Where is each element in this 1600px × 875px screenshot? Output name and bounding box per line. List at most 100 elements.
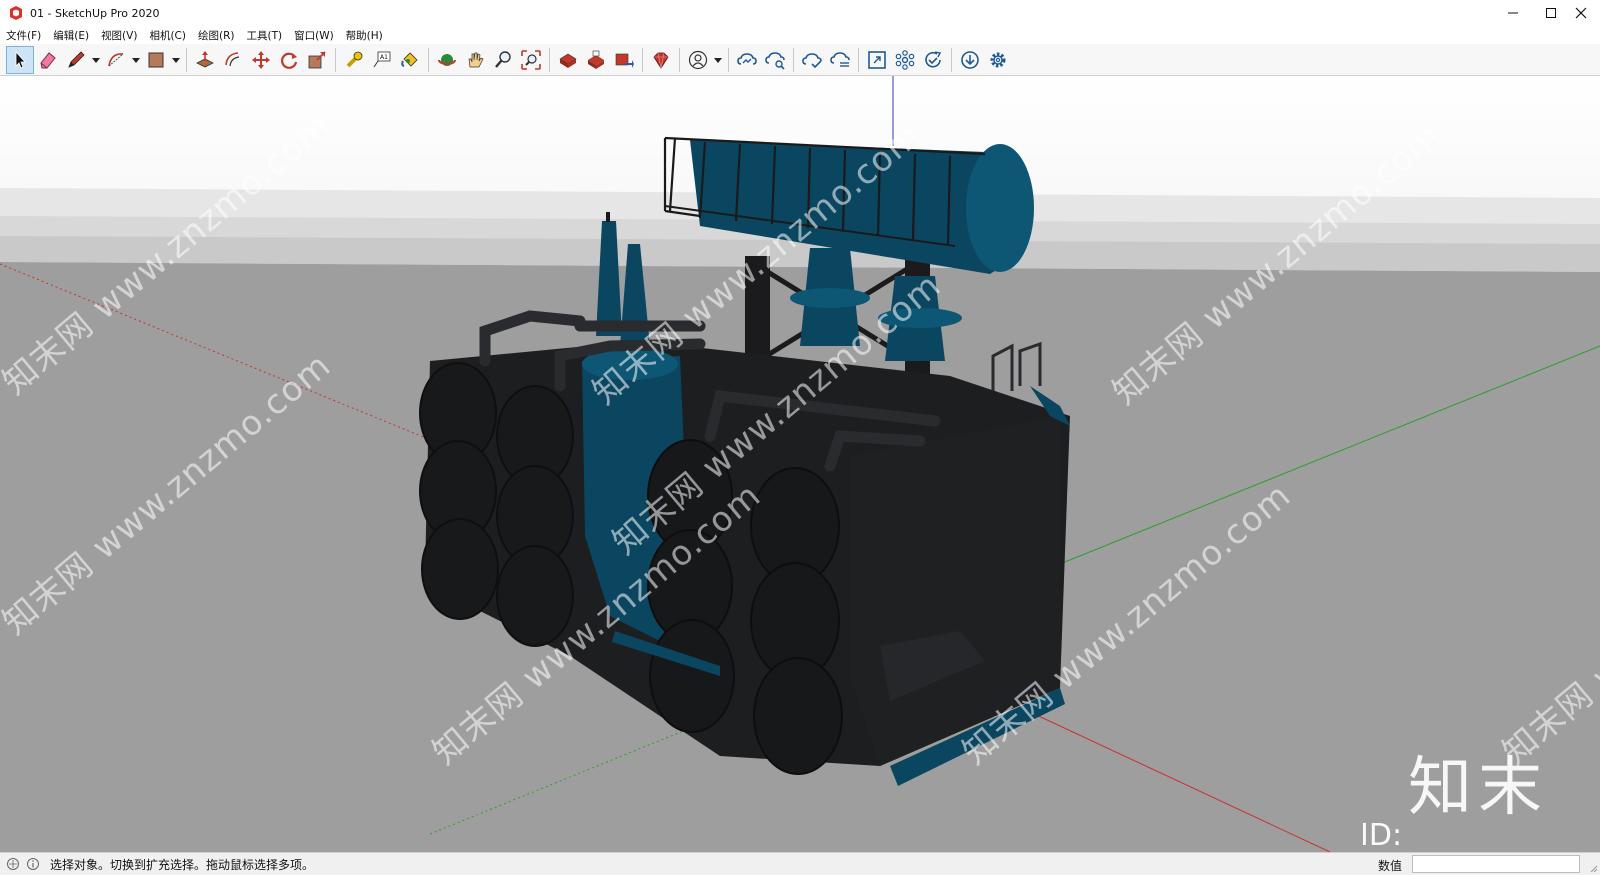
info-icon[interactable]	[26, 857, 40, 871]
maximize-icon	[1546, 8, 1556, 18]
download-tool[interactable]	[956, 46, 984, 74]
zoom-extents-icon	[521, 49, 541, 70]
refresh-tool[interactable]	[919, 46, 947, 74]
model-viewport[interactable]: 知末网 www.znzmo.com 知末网 www.znzmo.com 知末网 …	[0, 76, 1600, 852]
status-hint: 选择对象。切换到扩充选择。拖动鼠标选择多项。	[50, 857, 315, 872]
rectangle-tool[interactable]	[142, 46, 170, 74]
scene-canvas[interactable]	[0, 76, 1600, 852]
line-tool[interactable]	[62, 46, 90, 74]
geo-location-icon[interactable]	[6, 857, 20, 871]
rectangle-tool-dropdown[interactable]	[170, 46, 182, 74]
measurement-input[interactable]	[1412, 855, 1580, 873]
main-toolbar: A1	[0, 44, 1600, 76]
arc-tool-dropdown[interactable]	[130, 46, 142, 74]
ruby-gem-icon	[653, 52, 669, 69]
eraser-tool[interactable]	[34, 46, 62, 74]
select-tool[interactable]	[6, 45, 34, 74]
share-model-tool[interactable]	[610, 46, 638, 74]
toolbar-separator	[549, 47, 550, 72]
menu-tools[interactable]: 工具(T)	[240, 28, 288, 43]
brand-logo: 知末	[1408, 751, 1548, 825]
toolbar-separator	[335, 47, 336, 72]
menu-help[interactable]: 帮助(H)	[340, 28, 389, 43]
ruby-console-tool[interactable]	[647, 46, 675, 74]
extension-warehouse-tool[interactable]	[582, 46, 610, 74]
dropdown-arrow-icon	[132, 57, 140, 63]
rotate-icon	[281, 52, 298, 69]
close-button[interactable]	[1562, 0, 1600, 26]
menu-draw[interactable]: 绘图(R)	[192, 28, 241, 43]
toolbar-separator	[186, 47, 187, 72]
scale-icon	[308, 50, 326, 68]
menu-edit[interactable]: 编辑(E)	[47, 28, 95, 43]
window-title: 01 - SketchUp Pro 2020	[30, 6, 160, 20]
dropdown-arrow-icon	[714, 57, 722, 63]
toolbar-separator	[951, 47, 952, 72]
offset-icon	[225, 51, 240, 66]
cloud-list-icon	[830, 51, 850, 67]
cloud-list-tool[interactable]	[826, 46, 854, 74]
account-dropdown[interactable]	[712, 46, 724, 74]
menu-view[interactable]: 视图(V)	[95, 28, 143, 43]
orbit-icon	[438, 53, 456, 66]
resize-grip-icon[interactable]	[1588, 863, 1598, 873]
components-tool[interactable]	[891, 46, 919, 74]
measurement-label: 数值	[1378, 859, 1403, 873]
extension-warehouse-icon	[588, 50, 604, 69]
cloud-check-icon	[802, 52, 822, 68]
hand-icon	[468, 52, 484, 67]
cloud-link-icon	[737, 52, 757, 65]
line-tool-dropdown[interactable]	[90, 46, 102, 74]
tape-measure-tool[interactable]	[340, 46, 368, 74]
menu-camera[interactable]: 相机(C)	[143, 28, 192, 43]
rectangle-icon	[148, 52, 164, 67]
zoom-extents-tool[interactable]	[517, 46, 545, 74]
push-pull-tool[interactable]	[191, 46, 219, 74]
magnifier-icon	[495, 50, 511, 68]
paint-bucket-tool[interactable]	[396, 46, 424, 74]
warehouse-icon	[559, 53, 577, 68]
push-pull-icon	[196, 50, 214, 67]
tape-measure-icon	[346, 51, 363, 67]
cloud-sync-icon	[765, 51, 785, 70]
rotate-tool[interactable]	[275, 46, 303, 74]
minimize-icon	[1508, 12, 1518, 14]
trimble-connect-tool[interactable]	[733, 46, 761, 74]
menu-file[interactable]: 文件(F)	[0, 28, 47, 43]
menu-bar: 文件(F) 编辑(E) 视图(V) 相机(C) 绘图(R) 工具(T) 窗口(W…	[0, 26, 1600, 44]
pencil-icon	[68, 50, 85, 68]
move-tool[interactable]	[247, 46, 275, 74]
minimize-button[interactable]	[1494, 0, 1532, 26]
text-tool[interactable]: A1	[368, 46, 396, 74]
cloud-check-tool[interactable]	[798, 46, 826, 74]
paint-bucket-icon	[401, 51, 418, 67]
cloud-sync-tool[interactable]	[761, 46, 789, 74]
arc-tool[interactable]	[102, 46, 130, 74]
toolbar-separator	[428, 47, 429, 72]
arc-icon	[108, 52, 124, 66]
share-model-icon	[615, 53, 634, 68]
status-bar: 选择对象。切换到扩充选择。拖动鼠标选择多项。 数值	[0, 852, 1600, 875]
settings-tool[interactable]	[984, 46, 1012, 74]
arrow-cursor-icon	[15, 50, 26, 69]
toolbar-separator	[728, 47, 729, 72]
account-tool[interactable]	[684, 46, 712, 74]
scale-tool[interactable]	[303, 46, 331, 74]
zoom-tool[interactable]	[489, 46, 517, 74]
close-icon	[1575, 7, 1587, 19]
resize-tool[interactable]	[863, 46, 891, 74]
gear-icon	[990, 52, 1006, 67]
orbit-tool[interactable]	[433, 46, 461, 74]
menu-window[interactable]: 窗口(W)	[288, 28, 340, 43]
toolbar-separator	[642, 47, 643, 72]
download-circle-icon	[961, 50, 979, 69]
svg-text:A1: A1	[380, 54, 388, 61]
refresh-check-icon	[925, 50, 942, 68]
eraser-icon	[40, 51, 56, 68]
warehouse-tool[interactable]	[554, 46, 582, 74]
dropdown-arrow-icon	[172, 57, 180, 63]
toolbar-separator	[858, 47, 859, 72]
offset-tool[interactable]	[219, 46, 247, 74]
pan-tool[interactable]	[461, 46, 489, 74]
text-icon: A1	[373, 51, 391, 67]
